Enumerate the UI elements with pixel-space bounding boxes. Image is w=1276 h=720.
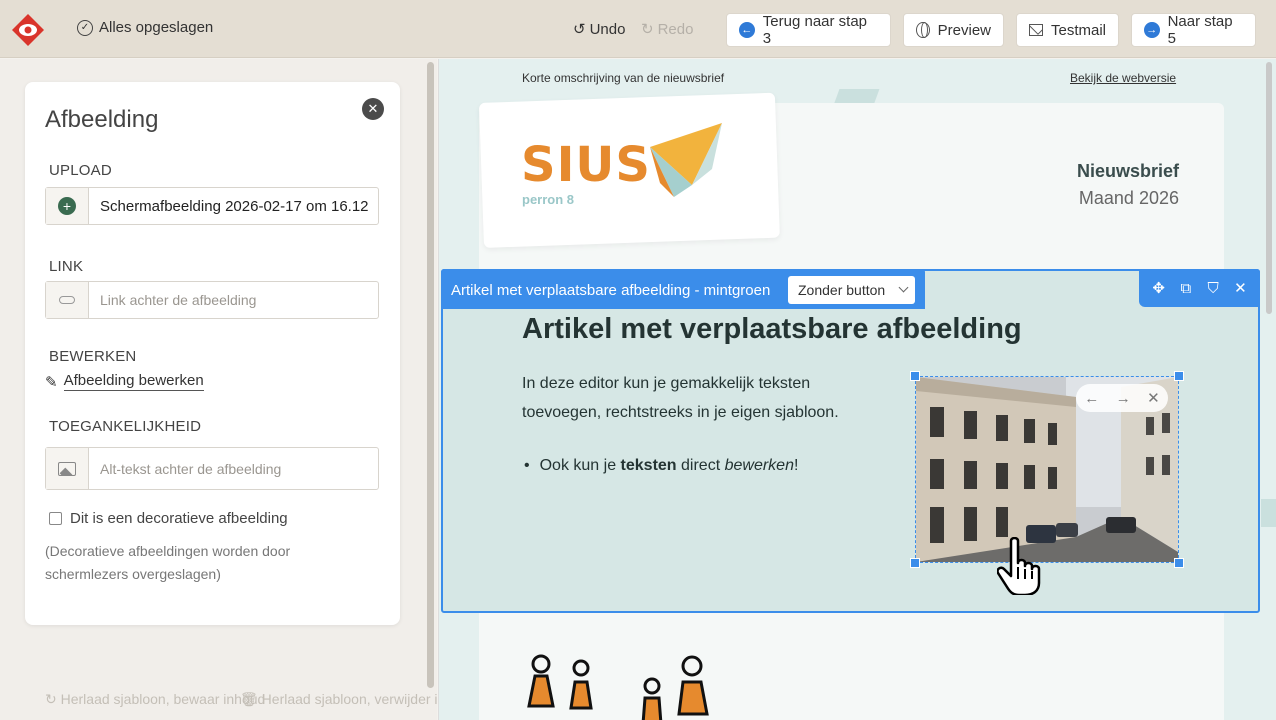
image-icon: [58, 461, 76, 476]
move-icon[interactable]: ✥: [1150, 279, 1168, 297]
bullet-dot: •: [524, 457, 530, 474]
hand-cursor-icon: [997, 537, 1041, 595]
arrow-right-icon[interactable]: →: [1116, 390, 1131, 407]
bullet-text: Ook kun je teksten direct bewerken!: [539, 457, 799, 474]
top-toolbar: ✓ Alles opgeslagen ↺ Undo ↻ Redo ← Terug…: [0, 0, 1276, 58]
block-actions: ✥ ⧉ ⛉ ✕: [1139, 269, 1260, 307]
brand-logo-icon: [650, 123, 722, 197]
short-description: Korte omschrijving van de nieuwsbrief: [522, 71, 725, 85]
decor-shape: [1261, 499, 1276, 527]
save-status-label: Alles opgeslagen: [99, 19, 214, 36]
resize-handle[interactable]: [910, 558, 920, 568]
redo-button[interactable]: ↻ Redo: [641, 20, 694, 39]
newsletter-preview: Korte omschrijving van de nieuwsbrief Be…: [438, 59, 1276, 720]
article-title[interactable]: Artikel met verplaatsbare afbeelding: [522, 313, 1022, 346]
alt-prefix: [46, 448, 89, 489]
redo-label: Redo: [657, 20, 694, 38]
reload-keep-label: Herlaad sjabloon, bewaar inhoud: [60, 691, 266, 707]
edit-image-link[interactable]: ✎ Afbeelding bewerken: [45, 372, 204, 391]
plus-icon: +: [58, 197, 76, 215]
newsletter-month: Maand 2026: [1078, 188, 1179, 208]
image-settings-panel: Afbeelding ✕ UPLOAD + Schermafbeelding 2…: [25, 82, 400, 625]
reload-keep-button[interactable]: ↻ Herlaad sjabloon, bewaar inhoud: [45, 691, 265, 708]
upload-label: UPLOAD: [49, 162, 112, 179]
accessibility-label: TOEGANKELIJKHEID: [49, 418, 202, 435]
resize-handle[interactable]: [1174, 558, 1184, 568]
preview-button[interactable]: Preview: [903, 13, 1004, 47]
edit-section-label: BEWERKEN: [49, 348, 137, 365]
upload-field[interactable]: + Schermafbeelding 2026-02-17 om 16.12: [45, 187, 379, 225]
undo-button[interactable]: ↺ Undo: [573, 20, 626, 39]
close-icon[interactable]: ✕: [362, 98, 384, 120]
decorative-label: Dit is een decoratieve afbeelding: [70, 510, 288, 527]
decorative-checkbox[interactable]: [49, 512, 62, 525]
button-style-select[interactable]: Zonder button: [788, 276, 915, 304]
people-illustration: [527, 654, 709, 720]
resize-handle[interactable]: [1174, 371, 1184, 381]
chevron-down-icon: [898, 282, 909, 293]
preview-scrollbar[interactable]: [1266, 62, 1272, 314]
undo-label: Undo: [589, 20, 626, 38]
arrow-left-icon: ←: [739, 22, 755, 38]
duplicate-icon[interactable]: ⧉: [1177, 280, 1195, 297]
brand-subtitle: perron 8: [522, 192, 575, 207]
mail-icon: [1029, 24, 1043, 36]
undo-icon: ↺: [573, 21, 586, 38]
delete-icon[interactable]: ✕: [1231, 279, 1249, 297]
newsletter-label: Nieuwsbrief: [1076, 161, 1179, 181]
article-paragraph[interactable]: In deze editor kun je gemakkelijk tekste…: [522, 369, 882, 427]
link-label: LINK: [49, 258, 84, 275]
upload-add-button[interactable]: +: [46, 188, 89, 224]
arrow-left-icon[interactable]: ←: [1084, 390, 1099, 407]
alt-text-field[interactable]: Alt-tekst achter de afbeelding: [45, 447, 379, 490]
link-icon: [59, 296, 75, 304]
panel-title: Afbeelding: [45, 106, 159, 133]
brand-logo-text: SIUS: [521, 137, 651, 193]
filter-icon[interactable]: ⛉: [1204, 280, 1222, 297]
link-field[interactable]: Link achter de afbeelding: [45, 281, 379, 319]
edit-image-label: Afbeelding bewerken: [63, 372, 204, 391]
arrow-right-icon: →: [1144, 22, 1160, 38]
back-step-button[interactable]: ← Terug naar stap 3: [726, 13, 891, 47]
pencil-icon: ✎: [45, 373, 58, 391]
link-input[interactable]: Link achter de afbeelding: [89, 282, 256, 318]
globe-icon: [916, 22, 930, 38]
left-scrollbar[interactable]: [427, 62, 434, 688]
next-step-label: Naar stap 5: [1167, 13, 1233, 47]
button-style-value: Zonder button: [798, 282, 886, 298]
app-logo-icon[interactable]: [11, 13, 45, 47]
block-name: Artikel met verplaatsbare afbeelding - m…: [451, 282, 771, 299]
close-icon[interactable]: ✕: [1147, 389, 1160, 407]
article-bullet[interactable]: • Ook kun je teksten direct bewerken!: [524, 457, 798, 475]
image-nav-controls: ← → ✕: [1076, 384, 1168, 412]
webversion-link[interactable]: Bekijk de webversie: [1070, 71, 1176, 85]
check-circle-icon: ✓: [77, 19, 93, 36]
next-step-button[interactable]: → Naar stap 5: [1131, 13, 1256, 47]
link-prefix: [46, 282, 89, 318]
decorative-checkbox-row[interactable]: Dit is een decoratieve afbeelding: [49, 510, 288, 527]
testmail-label: Testmail: [1050, 21, 1106, 39]
testmail-button[interactable]: Testmail: [1016, 13, 1119, 47]
alt-text-input[interactable]: Alt-tekst achter de afbeelding: [89, 448, 281, 489]
decorative-note: (Decoratieve afbeeldingen worden door sc…: [45, 543, 291, 582]
back-step-label: Terug naar stap 3: [762, 13, 868, 47]
save-status: ✓ Alles opgeslagen: [77, 19, 213, 36]
resize-handle[interactable]: [910, 371, 920, 381]
upload-filename: Schermafbeelding 2026-02-17 om 16.12: [100, 197, 369, 215]
preview-label: Preview: [937, 21, 991, 39]
redo-icon: ↻: [641, 21, 654, 38]
